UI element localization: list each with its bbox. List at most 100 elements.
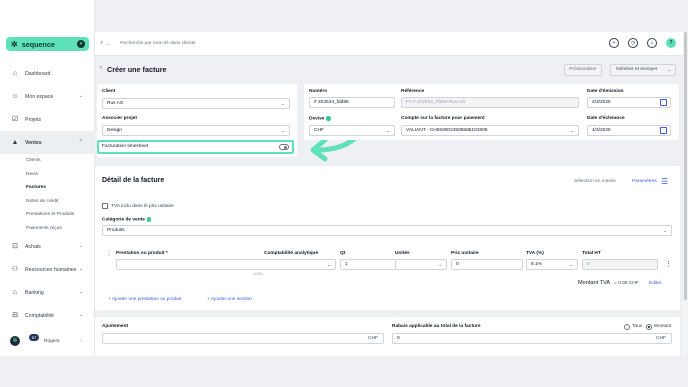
sidebar-item-comptabilite[interactable]: ⊟ Comptabilité ⌄: [0, 304, 95, 327]
menu-icon[interactable]: ☰: [661, 177, 668, 186]
qty-input[interactable]: 1: [340, 259, 396, 270]
adjust-label: Ajustement: [102, 324, 129, 329]
search-bar[interactable]: ⌕ ⌄ Recherche par mot-clé dans clients: [100, 37, 195, 50]
search-icon: ⌕: [100, 40, 104, 46]
project-value: Design: [107, 128, 122, 133]
search-input[interactable]: Recherche par mot-clé dans clients: [120, 41, 195, 46]
chevron-down-icon: ⌄: [663, 228, 667, 233]
user-name: Rogers: [44, 338, 60, 344]
cart-icon: ⊡: [12, 242, 18, 250]
sidebar-subitem-devis[interactable]: Devis: [26, 168, 95, 182]
chevron-down-icon: ⌄: [78, 289, 83, 295]
calendar-icon[interactable]: [660, 127, 667, 134]
logo-switcher[interactable]: ✲ sequence ▾: [6, 37, 89, 51]
product-input[interactable]: ⌄: [116, 259, 336, 270]
user-menu[interactable]: ✲ 57 Rogers ›: [10, 334, 90, 348]
project-select[interactable]: Design ⌄: [102, 125, 290, 136]
info-icon: [326, 116, 331, 121]
add-icon[interactable]: +: [609, 38, 619, 48]
sidebar-subitem-paiements[interactable]: Paiements reçus: [26, 222, 95, 236]
radio-montant-label: Montant: [654, 324, 672, 329]
chevron-down-icon[interactable]: ⌄: [106, 41, 110, 47]
sidebar-subitem-factures[interactable]: Factures: [26, 181, 95, 195]
sidebar-subitem-clients[interactable]: Clients: [26, 154, 95, 168]
unit-price-input[interactable]: 0: [451, 259, 523, 270]
category-label: Catégorie de vente: [102, 217, 152, 223]
client-select[interactable]: Rus AG ⌄: [102, 98, 290, 109]
radio-taux[interactable]: [624, 324, 630, 330]
info-icon: [146, 217, 152, 222]
sidebar-item-label: Achats: [25, 243, 41, 250]
reference-field[interactable]: FA # 202534_fdd88 Rus AG: [401, 97, 579, 108]
adjust-currency: CHF: [368, 336, 378, 341]
sidebar-item-projets[interactable]: ☑ Projets: [0, 108, 95, 131]
clock-icon[interactable]: ◷: [628, 38, 638, 48]
back-arrow-icon[interactable]: ‹: [100, 65, 102, 71]
char-counter: 0/255: [253, 272, 263, 276]
sidebar-item-achats[interactable]: ⊡ Achats ⌄: [0, 235, 95, 258]
row-more-icon[interactable]: ⋮: [665, 260, 672, 268]
compte-label: Compte sur la facture pour paiement: [401, 116, 485, 121]
sequence-logo-icon: ✲: [11, 39, 18, 49]
add-line-button[interactable]: + Ajouter une prestation ou produit: [108, 297, 181, 302]
rabais-currency: CHF: [656, 336, 666, 341]
col-header-tva: TVA (%): [526, 251, 544, 256]
col-header-product: Prestation ou produit *: [116, 251, 168, 256]
add-section-button[interactable]: + Ajouter une section: [207, 297, 252, 302]
chevron-down-icon: ⌄: [386, 128, 390, 133]
units-select[interactable]: ⌄: [395, 259, 447, 270]
edit-tva-link[interactable]: Editer: [649, 281, 662, 286]
chevron-down-icon: ⌄: [667, 67, 671, 72]
rabais-label: Rabais applicable au total de la facture: [392, 324, 481, 329]
category-select[interactable]: Produits ⌄: [102, 225, 672, 236]
compte-value: VALIANT - CH5930024505585101908: [406, 128, 488, 133]
emission-date-value: 4/3/2025: [592, 100, 611, 105]
sidebar-item-rh[interactable]: ⚇ Ressources humaines ⌄: [0, 258, 95, 281]
sidebar-item-ventes[interactable]: ▲ Ventes ⌃: [0, 131, 95, 154]
ventes-submenu: Clients Devis Factures Notes de crédit P…: [0, 154, 95, 235]
bell-icon[interactable]: ♫: [647, 38, 657, 48]
add-line-label: Ajouter une prestation ou produit: [111, 297, 182, 302]
rabais-input[interactable]: 0 CHF: [392, 333, 672, 344]
ventes-icon: ▲: [11, 138, 19, 146]
compte-select[interactable]: VALIANT - CH5930024505585101908 ⌄: [401, 125, 579, 136]
category-label-text: Catégorie de vente: [102, 217, 145, 223]
emission-date-field[interactable]: 4/3/2025: [587, 97, 671, 108]
chevron-down-icon: ⌄: [281, 101, 285, 106]
settings-link[interactable]: Paramètres: [632, 179, 657, 184]
echeance-date-value: 4/3/2025: [592, 128, 611, 133]
generate-send-label: Générer et envoyer: [616, 67, 658, 72]
devise-label-text: Devise: [309, 116, 325, 122]
bulk-selection-link[interactable]: Sélection en masse: [574, 179, 616, 184]
sidebar-item-dashboard[interactable]: ⌂ Dashboard: [0, 62, 95, 85]
generate-send-button[interactable]: Générer et envoyer ⌄: [610, 64, 676, 76]
timesheet-label: Facturation timesheet: [102, 144, 149, 149]
topbar-actions: + ◷ ♫ ?: [600, 38, 676, 48]
sidebar-subitem-prestations[interactable]: Prestations et Produits: [26, 208, 95, 222]
sidebar-item-banking[interactable]: ⌂ Banking ⌄: [0, 281, 95, 304]
chevron-down-icon: ⌄: [438, 262, 442, 267]
montant-tva-label: Montant TVA: [578, 280, 611, 286]
preview-button[interactable]: Prévisualiser: [564, 64, 602, 76]
chevron-down-icon: ⌄: [78, 266, 83, 272]
calendar-icon[interactable]: [660, 99, 667, 106]
numero-field[interactable]: # 202534_fdd88: [309, 97, 395, 108]
tva-select[interactable]: 8.1% ⌄: [526, 259, 578, 270]
chevron-down-icon: ⌄: [78, 312, 83, 318]
tva-included-checkbox[interactable]: [102, 203, 108, 209]
sidebar: ✲ sequence ▾ ⌂ Dashboard ☺ Mon espace ⌄ …: [0, 0, 95, 356]
drag-handle-icon[interactable]: ⋮: [106, 250, 112, 257]
devise-select[interactable]: CHF ⌄: [309, 125, 395, 136]
scrollbar-thumb[interactable]: [684, 32, 687, 300]
category-value: Produits: [107, 228, 125, 233]
sidebar-nav: ⌂ Dashboard ☺ Mon espace ⌄ ☑ Projets ▲ V…: [0, 62, 95, 327]
sidebar-subitem-notes-de-credit[interactable]: Notes de crédit: [26, 195, 95, 209]
scrollbar[interactable]: [683, 32, 688, 356]
timesheet-toggle[interactable]: [279, 144, 289, 150]
echeance-date-field[interactable]: 4/3/2025: [587, 125, 671, 136]
page-header: ‹ Créer une facture Prévisualiser Génére…: [95, 57, 688, 81]
adjust-input[interactable]: CHF: [102, 333, 384, 344]
sidebar-item-mon-espace[interactable]: ☺ Mon espace ⌄: [0, 85, 95, 108]
radio-montant[interactable]: [646, 324, 652, 330]
help-icon[interactable]: ?: [666, 38, 676, 48]
